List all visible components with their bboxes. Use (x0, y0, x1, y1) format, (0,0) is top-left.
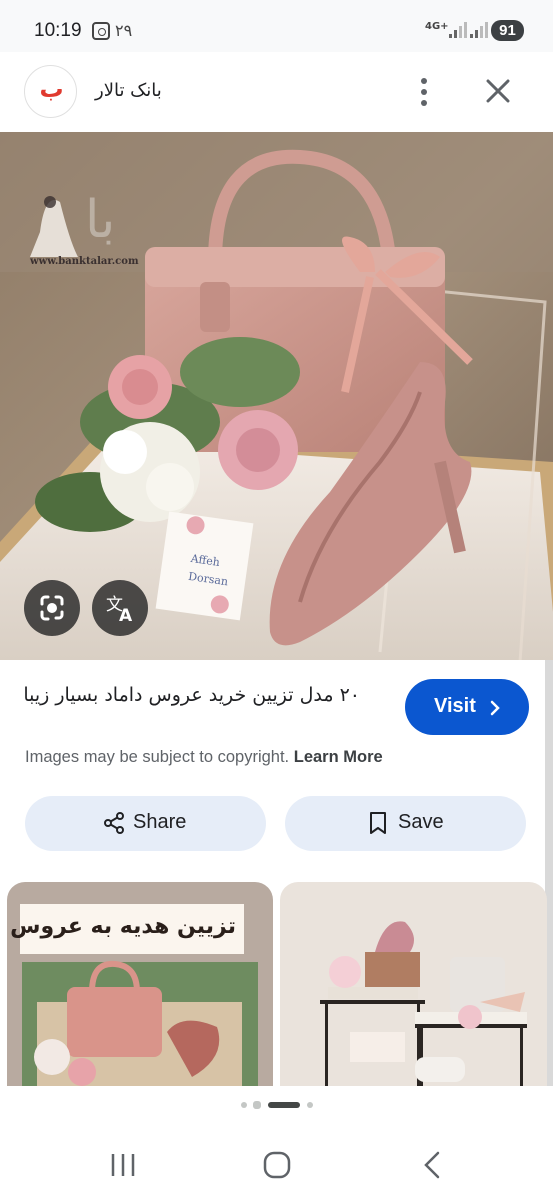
battery-indicator: 91 (491, 20, 524, 41)
status-time: 10:19 (34, 20, 82, 41)
recent-apps-button[interactable] (103, 1150, 143, 1180)
google-lens-button[interactable] (24, 580, 80, 636)
home-icon (263, 1151, 291, 1179)
site-logo[interactable]: ب (24, 65, 77, 118)
learn-more-link[interactable]: Learn More (294, 748, 383, 766)
translate-icon: 文 A (106, 595, 133, 626)
save-button[interactable]: Save (285, 796, 526, 851)
source-header: ب بانک تالار (0, 52, 553, 132)
share-icon (104, 812, 124, 834)
visit-button[interactable]: Visit (405, 679, 529, 735)
network-type: 4G+ (425, 21, 449, 32)
site-logo-glyph: ب (39, 75, 64, 103)
image-title[interactable]: ۲۰ مدل تزیین خرید عروس داماد بسیار زیبا (20, 680, 360, 710)
copyright-notice: Images may be subject to copyright. Lear… (25, 748, 383, 767)
svg-text:A: A (119, 606, 133, 626)
copyright-text: Images may be subject to copyright. (25, 748, 290, 766)
back-button[interactable] (412, 1150, 452, 1180)
system-nav-bar (0, 1126, 553, 1200)
signal-icon-2 (470, 22, 488, 38)
share-button[interactable]: Share (25, 796, 266, 851)
related-image-1[interactable]: تزیین هدیه به عروس (7, 882, 273, 1086)
close-icon[interactable] (481, 74, 515, 108)
google-lens-icon (40, 595, 64, 621)
back-icon (424, 1151, 440, 1179)
pager-dot (307, 1102, 313, 1108)
visit-label: Visit (434, 695, 476, 717)
chevron-right-icon (490, 700, 500, 716)
signal-icon (449, 22, 467, 38)
save-label: Save (398, 811, 444, 833)
related-caption-box: تزیین هدیه به عروس (10, 904, 244, 954)
screenshot-icon (92, 22, 110, 40)
pager-dot-active (268, 1102, 300, 1108)
bookmark-icon (370, 812, 386, 834)
status-date: ۲۹ (115, 21, 133, 40)
recent-apps-icon (111, 1154, 135, 1176)
home-button[interactable] (257, 1150, 297, 1180)
related-image-2[interactable] (280, 882, 547, 1086)
share-label: Share (133, 811, 187, 833)
site-name[interactable]: بانک تالار (95, 80, 162, 101)
translate-button[interactable]: 文 A (92, 580, 148, 636)
more-vert-icon[interactable] (412, 76, 436, 108)
watermark-text: www.banktalar.com (29, 256, 139, 267)
related-caption: تزیین هدیه به عروس (10, 914, 236, 939)
svg-text:ﺑﺎ: ﺑﺎ (85, 190, 115, 250)
status-bar: 10:19 ۲۹ 4G+ 91 (0, 0, 553, 52)
pager-dot (241, 1102, 247, 1108)
carousel-pager (0, 1086, 553, 1126)
main-image[interactable]: Affeh Dorsan www.banktalar.com ﺑﺎ (0, 132, 553, 660)
pager-dot (253, 1101, 261, 1109)
